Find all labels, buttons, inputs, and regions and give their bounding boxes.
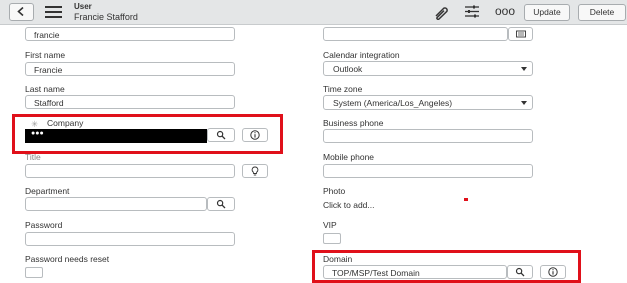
time-zone-value: System (America/Los_Angeles) [333,98,453,108]
time-zone-label: Time zone [323,84,363,94]
title-field[interactable] [25,164,235,178]
mobile-phone-field[interactable] [323,164,533,178]
email-compose-button[interactable] [508,27,533,41]
time-zone-select[interactable]: System (America/Los_Angeles) [323,95,533,110]
attachment-icon[interactable] [433,4,449,20]
calendar-integration-select[interactable]: Outlook [323,61,533,76]
chevron-left-icon [17,7,24,16]
record-header: User Francie Stafford ooo Update Delete [0,0,627,25]
first-name-field[interactable]: Francie [25,62,235,76]
business-phone-field[interactable] [323,129,533,143]
title-label: Title [25,152,41,162]
search-icon [216,199,226,209]
department-lookup-button[interactable] [207,197,235,211]
title-suggestion-button[interactable] [242,164,268,178]
photo-label: Photo [323,186,346,196]
calendar-integration-value: Outlook [333,64,363,74]
domain-highlight-box [312,250,581,283]
red-marker [464,198,468,201]
mobile-phone-label: Mobile phone [323,152,375,162]
password-label: Password [25,220,63,230]
email-field[interactable] [323,27,508,41]
record-type-label: User [74,2,92,11]
delete-button[interactable]: Delete [578,4,626,21]
password-needs-reset-checkbox[interactable] [25,267,43,278]
password-field[interactable] [25,232,235,246]
password-needs-reset-label: Password needs reset [25,254,110,264]
company-highlight-box [12,114,283,154]
vip-checkbox[interactable] [323,233,341,244]
record-name-label: Francie Stafford [74,12,138,22]
chevron-down-icon [521,67,527,71]
email-icon [515,30,526,38]
hamburger-menu-icon[interactable] [45,6,62,18]
department-field[interactable] [25,197,207,211]
back-button[interactable] [9,3,34,21]
last-name-label: Last name [25,84,65,94]
lightbulb-icon [251,166,259,176]
update-button[interactable]: Update [524,4,570,21]
user-id-field[interactable]: francie [25,27,235,41]
first-name-label: First name [25,50,66,60]
photo-add-link[interactable]: Click to add... [323,200,375,210]
more-options-icon[interactable]: ooo [495,4,515,18]
calendar-integration-label: Calendar integration [323,50,400,60]
department-label: Department [25,186,70,196]
settings-sliders-icon[interactable] [464,5,480,18]
chevron-down-icon [521,101,527,105]
last-name-field[interactable]: Stafford [25,95,235,109]
vip-label: VIP [323,220,337,230]
business-phone-label: Business phone [323,118,384,128]
